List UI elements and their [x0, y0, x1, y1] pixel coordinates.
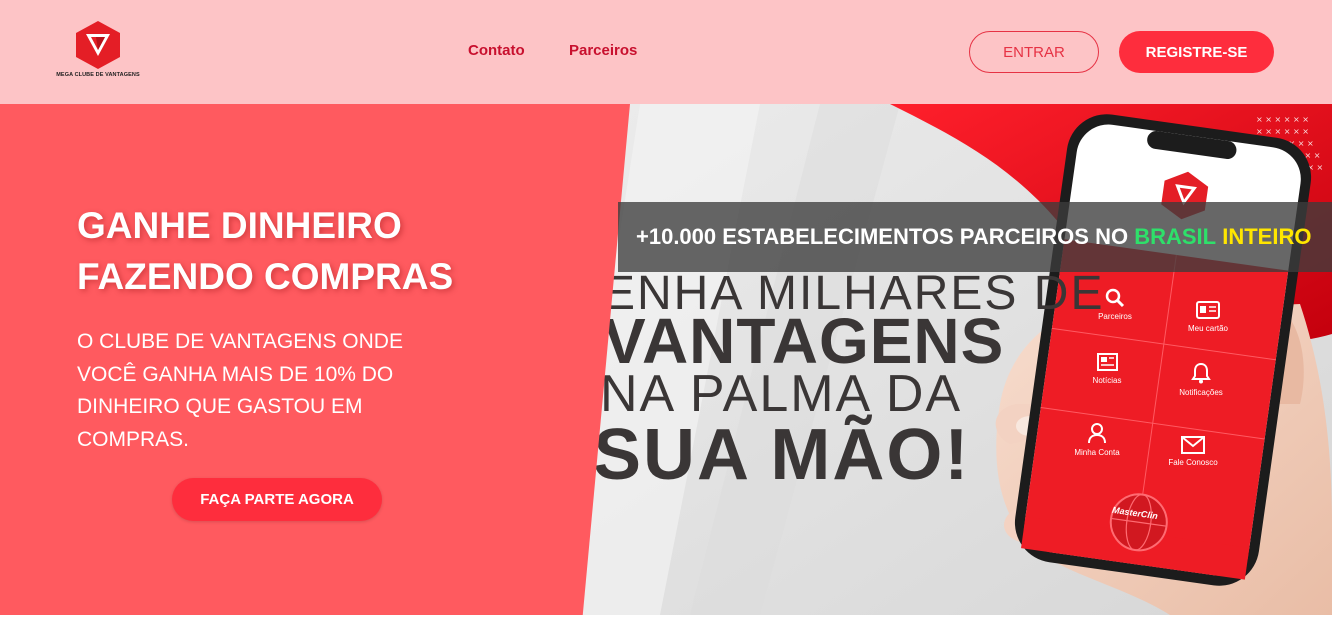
app-item-label: Parceiros — [1098, 312, 1132, 321]
app-item-label: Meu cartão — [1187, 324, 1229, 333]
app-item-label: Minha Conta — [1074, 448, 1120, 457]
brand-logo[interactable]: MEGA CLUBE DE VANTAGENS — [56, 20, 140, 84]
hero-headline-line1: GANHE DINHEIRO — [77, 205, 402, 246]
bell-icon — [1191, 362, 1211, 384]
app-item-meu-cartao: Meu cartão — [1173, 300, 1243, 333]
site-header: MEGA CLUBE DE VANTAGENS Contato Parceiro… — [0, 0, 1332, 104]
newspaper-icon — [1097, 353, 1118, 371]
mail-icon — [1181, 436, 1205, 454]
hero-headline: GANHE DINHEIRO FAZENDO COMPRAS — [77, 200, 557, 302]
join-now-button[interactable]: FAÇA PARTE AGORA — [172, 478, 382, 521]
svg-text:× × × × × ×: × × × × × × — [1256, 127, 1309, 136]
nav-link-parceiros[interactable]: Parceiros — [569, 42, 637, 59]
search-icon — [1105, 288, 1125, 308]
app-item-parceiros: Parceiros — [1080, 288, 1150, 321]
app-item-minha-conta: Minha Conta — [1062, 422, 1132, 457]
promo-text-line4: SUA MÃO! — [593, 415, 971, 495]
app-item-fale-conosco: Fale Conosco — [1158, 436, 1228, 467]
app-item-noticias: Notícias — [1072, 352, 1142, 385]
hero-section: × × × × × × × × × × × × × × × × × × × × … — [0, 104, 1332, 615]
user-icon — [1088, 423, 1106, 444]
hero-headline-line2: FAZENDO COMPRAS — [77, 256, 454, 297]
banner-word-inteiro: INTEIRO — [1222, 224, 1312, 249]
app-item-label: Notícias — [1092, 376, 1122, 385]
hero-subline: O CLUBE DE VANTAGENS ONDE VOCÊ GANHA MAI… — [77, 330, 403, 451]
page-bottom-area — [0, 615, 1332, 643]
banner-word-brasil: BRASIL — [1134, 224, 1217, 249]
app-item-label: Notificações — [1179, 388, 1223, 397]
logo-hexagon-icon — [76, 21, 120, 69]
card-icon — [1196, 301, 1220, 319]
banner-text: +10.000 ESTABELECIMENTOS PARCEIROS NO — [636, 224, 1129, 249]
logo-text: MEGA CLUBE DE VANTAGENS — [56, 72, 140, 78]
register-button[interactable]: REGISTRE-SE — [1119, 31, 1274, 73]
app-item-label: Fale Conosco — [1168, 458, 1218, 467]
nav-link-contato[interactable]: Contato — [468, 42, 525, 59]
login-button[interactable]: ENTRAR — [969, 31, 1099, 73]
app-item-notificacoes: Notificações — [1166, 362, 1236, 397]
svg-text:× × × × × ×: × × × × × × — [1256, 115, 1309, 124]
partners-banner: +10.000 ESTABELECIMENTOS PARCEIROS NO BR… — [618, 202, 1332, 272]
